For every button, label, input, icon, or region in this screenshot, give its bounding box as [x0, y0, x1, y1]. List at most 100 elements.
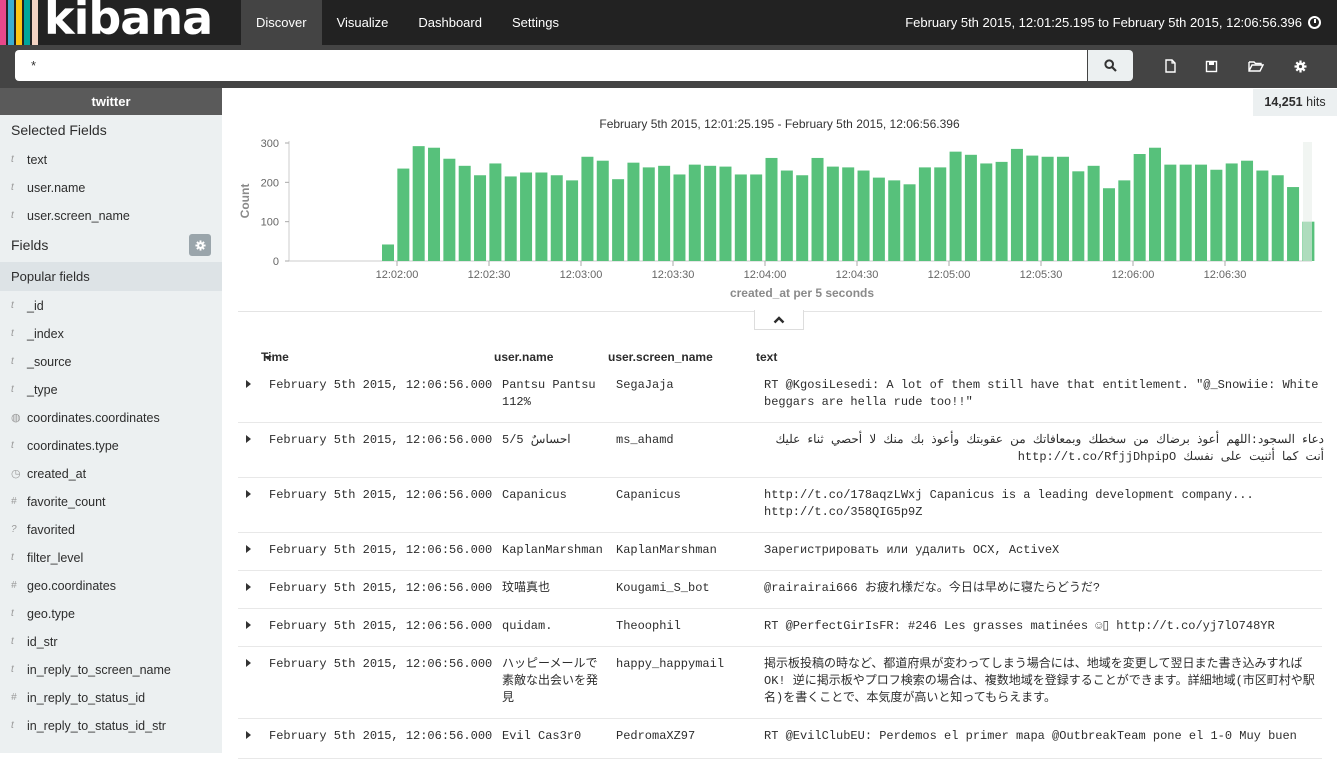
histogram-bar: [1133, 154, 1146, 261]
expand-row-icon[interactable]: [246, 731, 251, 739]
field-name[interactable]: text: [27, 153, 47, 167]
field-name[interactable]: in_reply_to_screen_name: [27, 663, 171, 677]
field-item[interactable]: ◷ created_at: [0, 460, 222, 488]
field-settings-button[interactable]: [189, 234, 211, 256]
histogram-bar: [1210, 169, 1223, 261]
field-item[interactable]: t coordinates.type: [0, 432, 222, 460]
field-item[interactable]: t _source: [0, 348, 222, 376]
field-name[interactable]: created_at: [27, 467, 86, 481]
expand-row-icon[interactable]: [246, 435, 251, 443]
field-name[interactable]: geo.type: [27, 607, 75, 621]
histogram-bar: [1010, 148, 1023, 261]
cell-screen-name: Kougami_S_bot: [616, 581, 710, 595]
index-pattern-title[interactable]: twitter: [0, 88, 222, 115]
histogram-bar: [673, 174, 686, 261]
x-axis-label: created_at per 5 seconds: [730, 286, 874, 300]
time-picker[interactable]: February 5th 2015, 12:01:25.195 to Febru…: [905, 0, 1337, 45]
time-range-label[interactable]: February 5th 2015, 12:01:25.195 to Febru…: [905, 15, 1302, 30]
field-name[interactable]: filter_level: [27, 551, 83, 565]
field-name[interactable]: user.screen_name: [27, 209, 130, 223]
cell-time: February 5th 2015, 12:06:56.000: [269, 378, 493, 392]
collapse-chart-button[interactable]: [754, 310, 804, 330]
field-item[interactable]: t user.name: [0, 174, 222, 202]
tab-visualize[interactable]: Visualize: [322, 0, 404, 45]
field-name[interactable]: _source: [27, 355, 71, 369]
field-item[interactable]: t filter_level: [0, 544, 222, 572]
field-name[interactable]: coordinates.coordinates: [27, 411, 160, 425]
field-item[interactable]: t geo.type: [0, 600, 222, 628]
settings-icon[interactable]: [1291, 57, 1309, 75]
column-header-user-name[interactable]: user.name: [494, 350, 553, 364]
fields-heading: Fields: [0, 230, 222, 262]
field-item[interactable]: # favorite_count: [0, 488, 222, 516]
table-header: Time user.name user.screen_name text: [222, 350, 1337, 368]
cell-screen-name: ms_ahamd: [616, 433, 674, 447]
field-name[interactable]: user.name: [27, 181, 85, 195]
expand-row-icon[interactable]: [246, 621, 251, 629]
table-row[interactable]: February 5th 2015, 12:06:56.000 احساسٌ 5/…: [238, 423, 1324, 478]
table-row[interactable]: February 5th 2015, 12:06:56.000 Pantsu Pa…: [238, 368, 1322, 423]
histogram-bar: [995, 161, 1008, 261]
field-item[interactable]: t text: [0, 146, 222, 174]
field-item[interactable]: t in_reply_to_status_id_str: [0, 712, 222, 740]
new-search-icon[interactable]: [1161, 57, 1179, 75]
field-item[interactable]: t _id: [0, 292, 222, 320]
tab-dashboard[interactable]: Dashboard: [403, 0, 497, 45]
save-search-icon[interactable]: [1202, 57, 1220, 75]
expand-row-icon[interactable]: [246, 380, 251, 388]
histogram-bar: [1041, 156, 1054, 261]
cell-screen-name: SegaJaja: [616, 378, 674, 392]
search-input[interactable]: [15, 50, 1087, 81]
histogram-bar: [642, 167, 655, 261]
tab-discover[interactable]: Discover: [241, 0, 322, 45]
field-type-icon: ◍: [11, 412, 21, 424]
histogram-bar: [612, 179, 625, 261]
expand-row-icon[interactable]: [246, 490, 251, 498]
table-row[interactable]: February 5th 2015, 12:06:56.000 玟喵真也 Kouga…: [238, 571, 1322, 609]
expand-row-icon[interactable]: [246, 545, 251, 553]
field-name[interactable]: favorite_count: [27, 495, 106, 509]
field-name[interactable]: in_reply_to_status_id: [27, 691, 145, 705]
x-tick-label: 12:06:30: [1204, 269, 1247, 281]
field-item[interactable]: ? favorited: [0, 516, 222, 544]
y-axis-label: Count: [238, 184, 252, 219]
field-name[interactable]: id_str: [27, 635, 58, 649]
table-row[interactable]: February 5th 2015, 12:06:56.000 KaplanMar…: [238, 533, 1322, 571]
field-name[interactable]: _id: [27, 299, 44, 313]
column-header-text[interactable]: text: [756, 350, 777, 364]
expand-row-icon[interactable]: [246, 583, 251, 591]
expand-row-icon[interactable]: [246, 659, 251, 667]
field-item[interactable]: # geo.coordinates: [0, 572, 222, 600]
field-name[interactable]: _type: [27, 383, 58, 397]
histogram-chart[interactable]: 0 100 200 300 Count 12:02:00 12:02:30 12:03:00 1…: [222, 88, 1337, 308]
table-row[interactable]: February 5th 2015, 12:06:56.000 ハッピーメールで素…: [238, 647, 1322, 719]
search-icon: [1104, 59, 1117, 72]
table-row[interactable]: February 5th 2015, 12:06:56.000 Capanicus…: [238, 478, 1322, 533]
field-name[interactable]: coordinates.type: [27, 439, 119, 453]
search-button[interactable]: [1088, 50, 1133, 81]
tab-settings[interactable]: Settings: [497, 0, 574, 45]
field-name[interactable]: geo.coordinates: [27, 579, 116, 593]
field-item[interactable]: t user.screen_name: [0, 202, 222, 230]
field-name[interactable]: favorited: [27, 523, 75, 537]
table-row[interactable]: February 5th 2015, 12:06:56.000 Evil Cas3…: [238, 719, 1322, 759]
column-header-screen-name[interactable]: user.screen_name: [608, 350, 713, 364]
field-type-icon: t: [11, 210, 14, 221]
field-type-icon: t: [11, 440, 14, 451]
clock-icon[interactable]: [1308, 16, 1321, 29]
histogram-bar: [1256, 170, 1269, 261]
field-item[interactable]: ◍ coordinates.coordinates: [0, 404, 222, 432]
field-name[interactable]: _index: [27, 327, 64, 341]
column-header-time-label[interactable]: Time: [261, 350, 289, 364]
table-row[interactable]: February 5th 2015, 12:06:56.000 quidam. Th…: [238, 609, 1322, 647]
column-header-time[interactable]: Time: [261, 350, 289, 364]
kibana-logo[interactable]: kibana: [0, 0, 241, 45]
field-item[interactable]: t _index: [0, 320, 222, 348]
field-item[interactable]: t in_reply_to_screen_name: [0, 656, 222, 684]
field-name[interactable]: in_reply_to_status_id_str: [27, 719, 166, 733]
histogram-bar: [382, 244, 394, 261]
open-search-icon[interactable]: [1247, 57, 1265, 75]
field-item[interactable]: t _type: [0, 376, 222, 404]
field-item[interactable]: # in_reply_to_status_id: [0, 684, 222, 712]
field-item[interactable]: t id_str: [0, 628, 222, 656]
